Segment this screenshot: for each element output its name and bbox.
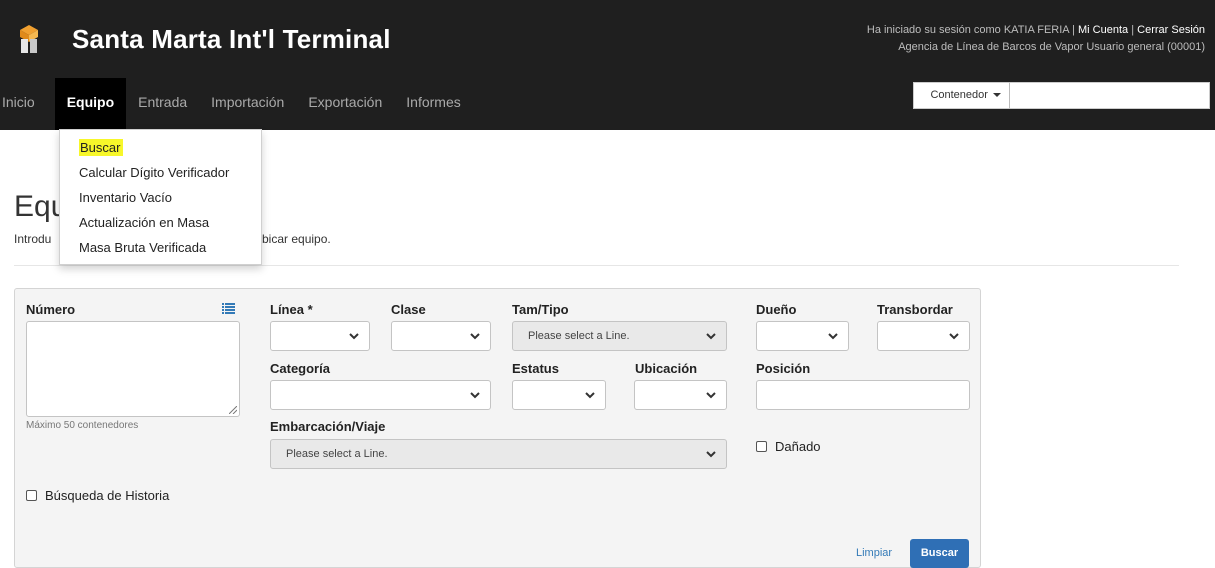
session-separator: | (1128, 24, 1138, 36)
chevron-down-icon (949, 333, 959, 340)
posicion-input[interactable] (756, 380, 970, 410)
nav-entrada[interactable]: Entrada (126, 78, 199, 130)
historia-checkbox[interactable]: Búsqueda de Historia (26, 488, 169, 503)
list-icon[interactable] (222, 303, 235, 314)
resize-handle-icon[interactable] (229, 406, 237, 414)
caret-down-icon (993, 93, 1001, 98)
estatus-label: Estatus (512, 361, 559, 376)
page-subtitle-left: Introdu (14, 232, 52, 246)
estatus-select[interactable] (512, 380, 606, 410)
page-subtitle-right: bicar equipo. (262, 232, 331, 246)
ubicacion-label: Ubicación (635, 361, 698, 376)
session-text: Ha iniciado su sesión como KATIA FERIA | (866, 24, 1079, 36)
embarcacion-select[interactable]: Please select a Line. (270, 439, 727, 469)
linea-label: Línea * (270, 302, 313, 317)
checkbox-box (756, 441, 767, 452)
nav-exportacion[interactable]: Exportación (296, 78, 394, 130)
divider (14, 265, 1179, 266)
chevron-down-icon (706, 333, 716, 340)
nav-importacion[interactable]: Importación (199, 78, 296, 130)
terminal-logo-icon (20, 25, 38, 53)
search-type-label: Contenedor (930, 89, 988, 101)
nav-inicio[interactable]: Inicio (0, 78, 47, 130)
menu-item-buscar[interactable]: Buscar (60, 135, 261, 160)
clase-select[interactable] (391, 321, 491, 351)
chevron-down-icon (470, 392, 480, 399)
checkbox-box (26, 490, 37, 501)
chevron-down-icon (706, 451, 716, 458)
posicion-label: Posición (756, 361, 811, 376)
categoria-select[interactable] (270, 380, 491, 410)
quick-search-input[interactable] (1010, 82, 1210, 109)
nav-equipo[interactable]: Equipo (54, 78, 127, 130)
embarcacion-label: Embarcación/Viaje (270, 419, 386, 434)
menu-item-calcular-digito[interactable]: Calcular Dígito Verificador (60, 160, 261, 185)
menu-item-buscar-label: Buscar (79, 139, 124, 156)
categoria-label: Categoría (270, 361, 330, 376)
menu-item-masa-bruta[interactable]: Masa Bruta Verificada (60, 235, 261, 260)
logout-link[interactable]: Cerrar Sesión (1137, 24, 1205, 36)
main-nav: Inicio Equipo Entrada Importación Export… (0, 78, 473, 130)
equipo-dropdown-menu: Buscar Calcular Dígito Verificador Inven… (59, 129, 262, 265)
chevron-down-icon (706, 392, 716, 399)
dueno-select[interactable] (756, 321, 849, 351)
my-account-link[interactable]: Mi Cuenta (1078, 24, 1128, 36)
chevron-down-icon (349, 333, 359, 340)
numero-hint: Máximo 50 contenedores (26, 420, 139, 431)
chevron-down-icon (828, 333, 838, 340)
search-type-select[interactable]: Contenedor (913, 82, 1010, 109)
quick-search: Contenedor (913, 82, 1210, 109)
tamtipo-label: Tam/Tipo (512, 302, 569, 317)
numero-textarea[interactable] (26, 321, 240, 417)
clear-link[interactable]: Limpiar (856, 547, 892, 559)
clase-label: Clase (391, 302, 426, 317)
numero-label: Número (26, 302, 76, 317)
tamtipo-placeholder: Please select a Line. (528, 330, 630, 342)
chevron-down-icon (470, 333, 480, 340)
linea-select[interactable] (270, 321, 370, 351)
transbordar-label: Transbordar (877, 302, 953, 317)
search-form-panel: Número Máximo 50 contenedores Línea * Cl… (14, 288, 981, 568)
menu-item-actualizacion-masa[interactable]: Actualización en Masa (60, 210, 261, 235)
agency-text: Agencia de Línea de Barcos de Vapor Usua… (898, 41, 1205, 53)
search-button[interactable]: Buscar (910, 539, 969, 568)
brand-title: Santa Marta Int'l Terminal (72, 24, 391, 54)
tamtipo-select[interactable]: Please select a Line. (512, 321, 727, 351)
embarcacion-placeholder: Please select a Line. (286, 448, 388, 460)
top-bar: Santa Marta Int'l Terminal Ha iniciado s… (0, 0, 1215, 130)
session-info: Ha iniciado su sesión como KATIA FERIA |… (867, 22, 1205, 56)
ubicacion-select[interactable] (634, 380, 727, 410)
menu-item-inventario-vacio[interactable]: Inventario Vacío (60, 185, 261, 210)
historia-label: Búsqueda de Historia (45, 488, 170, 503)
danado-checkbox[interactable]: Dañado (756, 439, 821, 454)
nav-informes[interactable]: Informes (394, 78, 472, 130)
chevron-down-icon (585, 392, 595, 399)
transbordar-select[interactable] (877, 321, 970, 351)
dueno-label: Dueño (756, 302, 797, 317)
danado-label: Dañado (775, 439, 821, 454)
